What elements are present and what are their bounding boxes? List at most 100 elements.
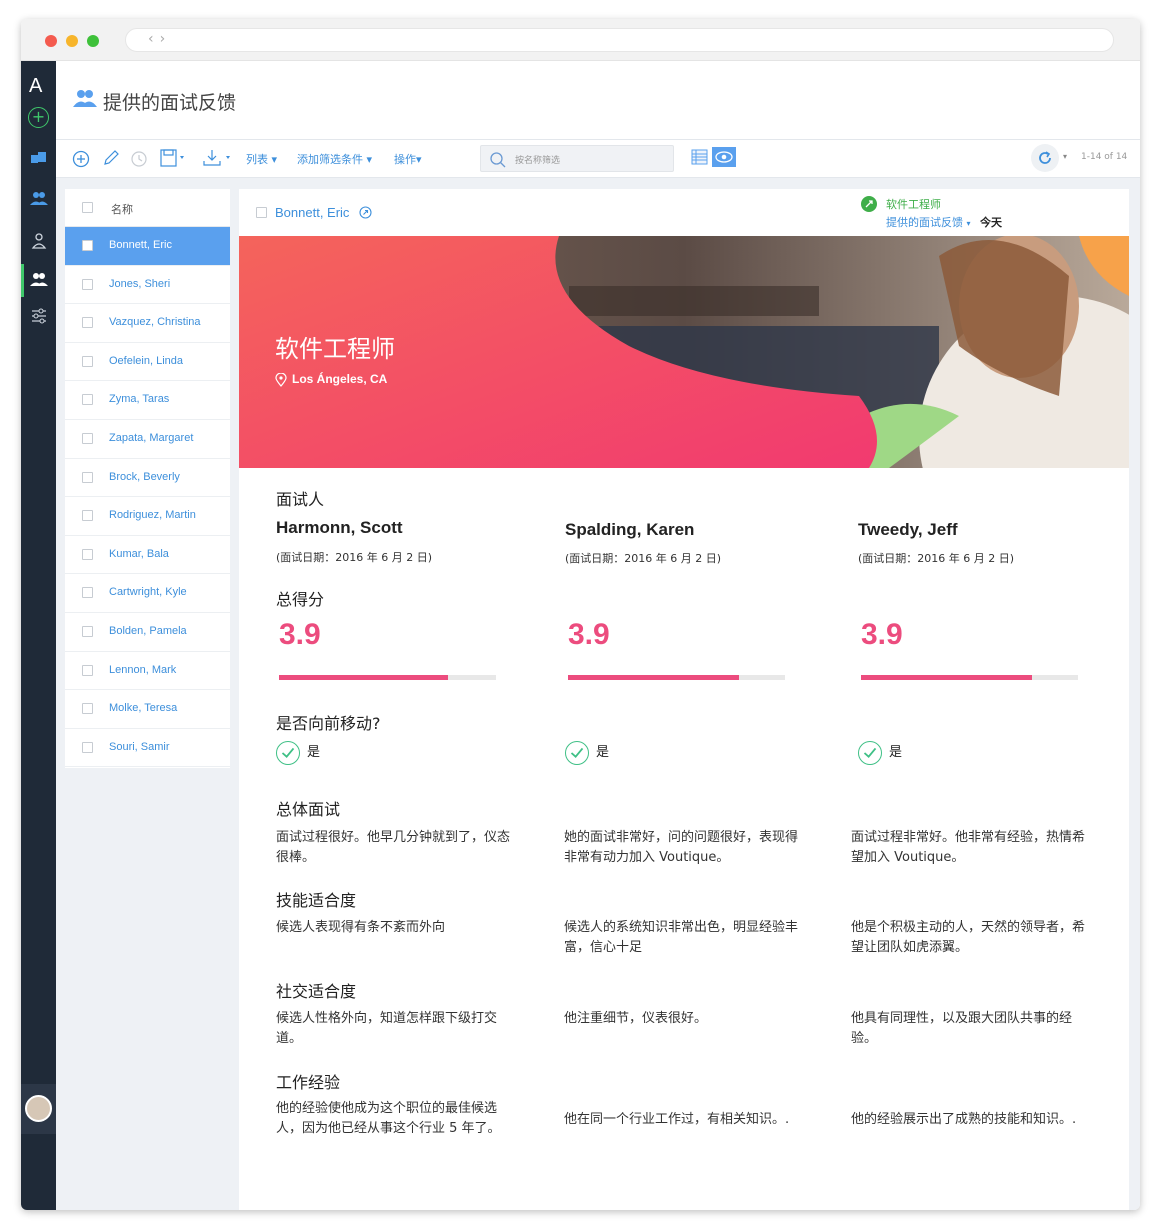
maximize-window-button[interactable] [87, 35, 99, 47]
list-view-label: 列表 [246, 153, 268, 166]
row-checkbox[interactable] [82, 703, 93, 715]
avatar-image [25, 1095, 52, 1122]
social-feedback: 他具有同理性，以及跟大团队共事的经验。 [851, 1011, 1073, 1046]
list-header: 名称 [65, 189, 230, 227]
overall-feedback: 她的面试非常好，问的问题很好，表现得非常有动力加入 Voutique。 [564, 830, 799, 865]
section-overall-interview: 总体面试 [276, 800, 341, 819]
close-window-button[interactable] [45, 35, 57, 47]
back-forward-icon[interactable]: ‹› [148, 31, 171, 47]
location-pin-icon [275, 373, 287, 387]
list-item[interactable]: Lennon, Mark [65, 652, 230, 691]
actions-label: 操作 [394, 153, 416, 166]
list-view-menu[interactable]: 列表 ▾ [246, 151, 277, 167]
job-link[interactable]: 软件工程师 [886, 196, 941, 212]
skills-feedback: 他是个积极主动的人，天然的领导者，希望让团队如虎添翼。 [851, 920, 1086, 955]
search-placeholder: 按名称筛选 [515, 156, 561, 166]
row-checkbox[interactable] [82, 278, 93, 290]
page-header: 提供的面试反馈 [56, 61, 1140, 140]
candidate-list-name: Bonnett, Eric [109, 239, 172, 251]
list-item[interactable]: Oefelein, Linda [65, 343, 230, 382]
candidate-list-name: Rodriguez, Martin [109, 509, 196, 522]
row-checkbox[interactable] [82, 394, 93, 406]
name-filter-input[interactable]: 按名称筛选 [480, 145, 674, 172]
title-bar: ‹› [21, 19, 1140, 61]
person-icon[interactable] [29, 231, 49, 251]
list-item[interactable]: Cartwright, Kyle [65, 574, 230, 613]
job-banner: 软件工程师 Los Ángeles, CA [239, 236, 1129, 468]
save-disk-icon[interactable] [160, 149, 186, 167]
list-item[interactable]: Zapata, Margaret [65, 420, 230, 459]
candidate-checkbox[interactable] [256, 207, 267, 218]
candidate-list: 名称 Bonnett, Eric Jones, Sheri Vazquez, Chr… [65, 189, 230, 768]
interview-feedback-icon[interactable] [29, 270, 49, 290]
edit-pencil-icon[interactable] [102, 149, 120, 167]
add-filter-menu[interactable]: 添加筛选条件 ▾ [297, 151, 372, 167]
actions-menu[interactable]: 操作▾ [394, 151, 422, 167]
address-bar[interactable]: ‹› [125, 28, 1114, 52]
row-checkbox[interactable] [82, 741, 93, 753]
job-location: Los Ángeles, CA [292, 372, 388, 386]
job-badge-icon [861, 196, 877, 212]
candidate-list-name: Souri, Samir [109, 740, 170, 753]
list-item[interactable]: Bonnett, Eric [65, 227, 230, 266]
add-filter-label: 添加筛选条件 [297, 153, 363, 166]
check-circle-icon [858, 741, 882, 765]
candidate-list-name: Oefelein, Linda [109, 354, 183, 367]
select-all-checkbox[interactable] [82, 202, 93, 213]
candidates-icon[interactable] [29, 189, 49, 209]
refresh-dropdown-icon[interactable]: ▾ [1063, 152, 1067, 161]
add-new-icon[interactable]: + [28, 107, 49, 128]
app-logo-icon[interactable]: A [29, 75, 42, 98]
download-icon[interactable] [202, 149, 232, 167]
row-checkbox[interactable] [82, 240, 93, 251]
jobs-icon[interactable] [29, 148, 49, 168]
row-checkbox[interactable] [82, 355, 93, 367]
candidate-list-name: Jones, Sheri [109, 277, 171, 290]
list-item[interactable]: Molke, Teresa [65, 690, 230, 729]
feedback-date: 今天 [980, 216, 1002, 229]
candidate-list-name: Brock, Beverly [109, 470, 180, 483]
skills-feedback: 候选人表现得有条不紊而外向 [276, 920, 446, 935]
list-item[interactable]: Brock, Beverly [65, 459, 230, 498]
preview-eye-icon[interactable] [712, 147, 736, 167]
check-circle-icon [565, 741, 589, 765]
refresh-icon [1039, 151, 1051, 164]
row-checkbox[interactable] [82, 471, 93, 483]
row-checkbox[interactable] [82, 626, 93, 637]
move-forward-answer: 是 [889, 745, 903, 760]
score-bar-fill [861, 675, 1032, 680]
row-checkbox[interactable] [82, 510, 93, 522]
row-checkbox[interactable] [82, 548, 93, 560]
overall-feedback: 面试过程很好。他早几分钟就到了，仪态很棒。 [276, 830, 511, 865]
interviewer-name: Tweedy, Jeff [858, 520, 958, 539]
history-clock-icon[interactable] [130, 150, 148, 168]
settings-sliders-icon[interactable] [29, 306, 49, 326]
user-avatar[interactable] [21, 1084, 56, 1134]
list-item[interactable]: Rodriguez, Martin [65, 497, 230, 536]
refresh-button[interactable] [1031, 144, 1059, 172]
add-circle-icon[interactable] [72, 150, 90, 168]
list-view-icon[interactable] [688, 147, 712, 167]
overall-feedback: 面试过程非常好。他非常有经验，热情希望加入 Voutique。 [851, 830, 1086, 865]
row-checkbox[interactable] [82, 317, 93, 329]
row-checkbox[interactable] [82, 664, 93, 676]
interviewer-name: Harmonn, Scott [276, 518, 403, 537]
score-bar-fill [568, 675, 739, 680]
list-item[interactable]: Jones, Sheri [65, 266, 230, 305]
check-circle-icon [276, 741, 300, 765]
row-checkbox[interactable] [82, 433, 93, 444]
row-checkbox[interactable] [82, 587, 93, 599]
app-window: ‹› A + 提供的面试反馈 列表 ▾ 添加筛选条件 ▾ 操作▾ 按名称筛选 ▾… [21, 19, 1140, 1210]
list-item[interactable]: Vazquez, Christina [65, 304, 230, 343]
candidate-name-link[interactable]: Bonnett, Eric [275, 205, 372, 220]
open-external-icon[interactable] [359, 206, 372, 219]
minimize-window-button[interactable] [66, 35, 78, 47]
content-area: 名称 Bonnett, Eric Jones, Sheri Vazquez, Chr… [56, 178, 1140, 1210]
list-item[interactable]: Bolden, Pamela [65, 613, 230, 652]
list-item[interactable]: Kumar, Bala [65, 536, 230, 575]
move-forward-answer: 是 [596, 745, 610, 760]
list-item[interactable]: Souri, Samir [65, 729, 230, 768]
list-item[interactable]: Zyma, Taras [65, 381, 230, 420]
column-header-name: 名称 [111, 203, 133, 216]
feedback-dropdown[interactable]: 提供的面试反馈 ▾ [886, 214, 971, 230]
